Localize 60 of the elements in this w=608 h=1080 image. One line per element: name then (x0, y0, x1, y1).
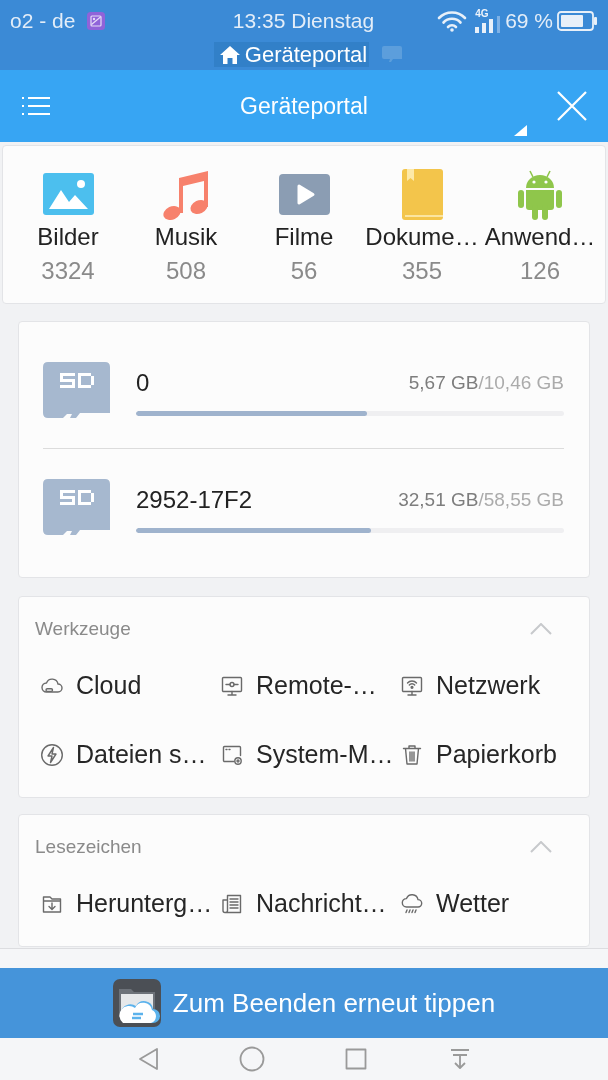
image-icon[interactable] (42, 173, 94, 215)
shortcut-item[interactable]: Nachricht… (220, 889, 387, 918)
app-logo-icon (112, 979, 161, 1027)
play-icon[interactable] (278, 173, 330, 215)
signal-icon (473, 16, 502, 33)
shortcut-item[interactable]: System-M… (220, 740, 394, 769)
shortcut-item[interactable]: Netzwerk (400, 671, 541, 700)
item-count: 3324 (41, 258, 95, 284)
breadcrumb-button[interactable]: Geräteportal (213, 42, 370, 67)
shortcut-item[interactable]: Cloud (40, 671, 142, 700)
close-icon[interactable] (556, 91, 588, 121)
app-title: Geräteportal (240, 92, 368, 120)
shortcut-item[interactable]: Wetter (400, 889, 510, 918)
item-count: 355 (401, 258, 442, 284)
robot-icon[interactable] (518, 168, 562, 220)
section-title: Lesezeichen (35, 836, 142, 858)
storage-name[interactable]: 0 (136, 369, 150, 397)
corner-triangle-icon[interactable] (514, 125, 527, 136)
carrier-name: o2 - de (10, 9, 76, 33)
book-icon[interactable] (401, 168, 443, 220)
back-icon[interactable] (137, 1047, 159, 1071)
shortcut-item[interactable]: Remote-… (220, 671, 377, 700)
category-label[interactable]: Bilder (37, 224, 99, 250)
storage-name[interactable]: 2952-17F2 (136, 486, 253, 514)
image-notification-icon (87, 12, 106, 30)
item-count: 508 (165, 258, 206, 284)
rain-cloud-icon (400, 891, 424, 916)
total-space: /58,55 GB (478, 489, 564, 511)
category-label[interactable]: Dokume… (365, 224, 479, 250)
network-type: 4G (475, 9, 489, 19)
wifi-icon (437, 10, 468, 32)
category-label[interactable]: Musik (154, 224, 218, 250)
section-title: Werkzeuge (35, 618, 131, 640)
chevron-up-icon[interactable] (530, 623, 552, 635)
category-label[interactable]: Filme (274, 224, 334, 250)
sd-card-icon[interactable] (43, 362, 110, 418)
toast-message: Zum Beenden erneut tippen (172, 987, 496, 1019)
music-note-icon[interactable] (162, 168, 210, 220)
menu-icon[interactable] (20, 94, 50, 118)
total-space: /10,46 GB (478, 372, 564, 394)
shortcut-item[interactable]: Dateien s… (40, 740, 207, 769)
battery-percent: 69 % (505, 9, 553, 33)
category-label[interactable]: Anwend… (484, 224, 596, 250)
item-count: 56 (290, 258, 318, 284)
chevron-up-icon[interactable] (530, 841, 552, 853)
home-icon[interactable] (239, 1046, 265, 1072)
recent-apps-icon[interactable] (345, 1048, 367, 1070)
item-count: 126 (519, 258, 560, 284)
shortcut-item[interactable]: Papierkorb (400, 740, 557, 769)
used-space: 32,51 GB (398, 489, 479, 511)
clock-text: 13:35 Dienstag (232, 9, 375, 33)
home-icon (218, 44, 241, 65)
battery-icon (557, 11, 597, 31)
sd-card-icon[interactable] (43, 479, 110, 535)
trash-icon (400, 742, 424, 767)
down-arrow-icon[interactable] (448, 1047, 472, 1071)
lightning-icon (40, 742, 64, 767)
used-space: 5,67 GB (408, 372, 479, 394)
sd-card-icon (382, 46, 403, 62)
shortcut-item[interactable]: Herunterg… (40, 889, 213, 918)
